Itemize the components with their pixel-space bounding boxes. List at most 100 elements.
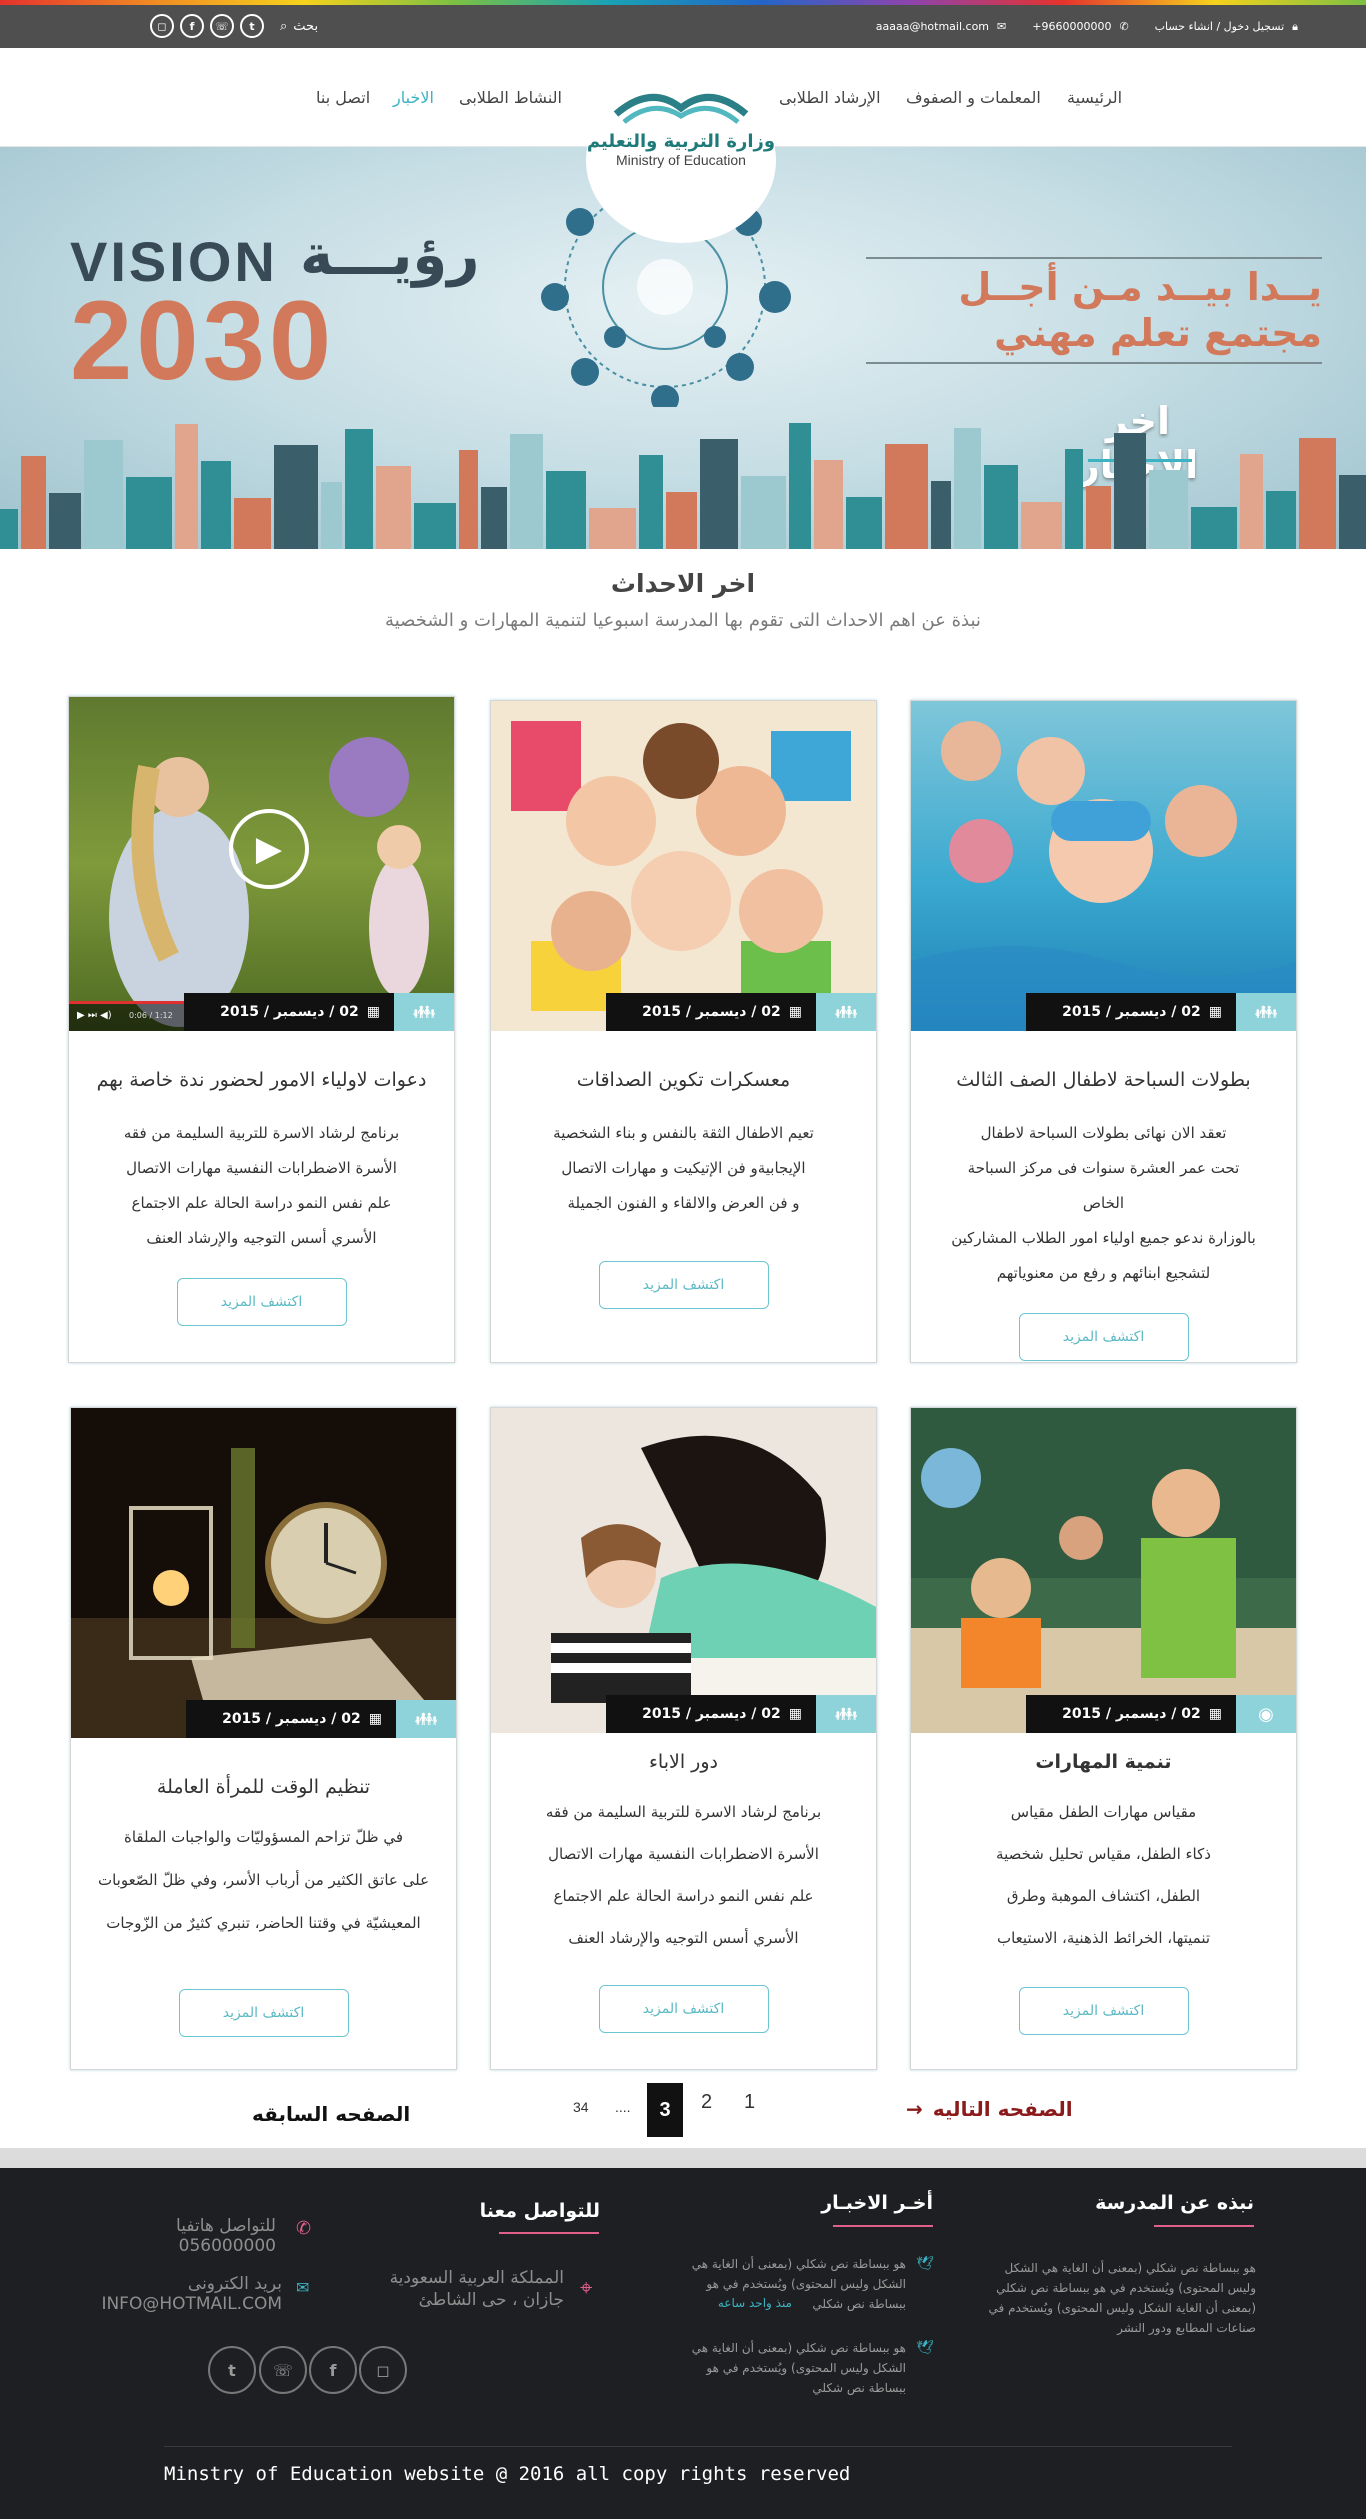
whatsapp-icon[interactable]: ☏ (259, 2346, 307, 2394)
events-section-header: اخر الاحداث نبذة عن اهم الاحداث التى تقو… (0, 569, 1366, 631)
calendar-icon: ▦ (788, 1706, 802, 1722)
next-page-label: الصفحه التاليه (932, 2097, 1073, 2121)
instagram-icon[interactable]: ◻ (359, 2346, 407, 2394)
footer-news-item[interactable]: هو ببساطة نص شكلي (بمعنى أن الغاية هي ال… (668, 2338, 906, 2398)
skyline-building (0, 509, 18, 549)
phone-item[interactable]: +9660000000 ✆ (1032, 20, 1128, 33)
footer-about-text: هو ببساطة نص شكلي (بمعنى أن الغاية هي ال… (988, 2261, 1256, 2335)
nav-item-home[interactable]: الرئيسية (1067, 88, 1122, 107)
card-line: على عاتق الكثير من أرباب الأسر، وفي ظلّ … (97, 1871, 430, 1889)
facebook-icon[interactable]: f (309, 2346, 357, 2394)
card-line: المعيشيّة في وقتنا الحاضر، تنبري كثيرٌ م… (106, 1914, 421, 1932)
search-link[interactable]: ⌕ بحث (280, 19, 318, 34)
nav-item-guidance[interactable]: الإرشاد الطلابى (779, 88, 881, 107)
arrow-right-icon: → (906, 2097, 923, 2121)
nav-item-news[interactable]: الاخبار (393, 88, 434, 107)
card-image-kids-circle[interactable]: ▦ 02 / ديسمبر / 2015 👪︎ (491, 701, 876, 1031)
card-line: تعيم الاطفال الثقة بالنفس و بناء الشخصية (553, 1124, 814, 1142)
card-date-bar: ▦ 02 / ديسمبر / 2015 👪︎ (1026, 993, 1296, 1031)
skyline-building (84, 440, 123, 549)
skyline-building (814, 460, 843, 549)
page-link-2[interactable]: 2 (701, 2091, 712, 2114)
card-body: برنامج لرشاد الاسرة للتربية السليمة من ف… (69, 1116, 454, 1256)
skyline-building (1021, 502, 1062, 549)
page-link-34[interactable]: 34 (573, 2099, 589, 2115)
copyright-text: Minstry of Education website @ 2016 all … (164, 2463, 851, 2485)
page-link-1[interactable]: 1 (744, 2091, 755, 2114)
card-body: مقياس مهارات الطفل مقياس ذكاء الطفل، مقي… (911, 1791, 1296, 1959)
twitter-icon[interactable]: t (208, 2346, 256, 2394)
card-image-classroom[interactable]: ▦ 02 / ديسمبر / 2015 ◉ (911, 1408, 1296, 1733)
skyline-building (984, 465, 1018, 549)
card-video[interactable]: ▶ ▶ ⏭ ◀) 0:06 / 1:12 ▦ 02 / ديسمبر / 2015… (69, 697, 454, 1031)
twitter-icon[interactable]: t (240, 14, 264, 38)
login-link[interactable]: تسجيل دخول / انشاء حساب 🔒︎ (1155, 20, 1298, 34)
card-date: ▦ 02 / ديسمبر / 2015 (606, 993, 816, 1031)
card-date-text: 02 / ديسمبر / 2015 (1062, 1706, 1201, 1722)
prev-page-link[interactable]: الصفحه السابقه (252, 2102, 410, 2126)
card-image-swimming[interactable]: ▦ 02 / ديسمبر / 2015 👪︎ (911, 701, 1296, 1031)
card-line: برنامج لرشاد الاسرة للتربية السليمة من ف… (123, 1124, 400, 1142)
parent-study-illustration (491, 1408, 876, 1733)
read-more-button[interactable]: اكتشف المزيد (1018, 1313, 1189, 1361)
footer-phone[interactable]: 056000000 (140, 2236, 276, 2256)
video-time: 0:06 / 1:12 (129, 1011, 173, 1020)
location-pin-icon: ⌖ (580, 2276, 593, 2301)
card-body: في ظلّ تزاحم المسؤوليّات والواجبات الملق… (71, 1816, 456, 1945)
skyline-building (1299, 438, 1336, 549)
card-image-clock[interactable]: ▦ 02 / ديسمبر / 2015 👪︎ (71, 1408, 456, 1738)
read-more-button[interactable]: اكتشف المزيد (176, 1278, 347, 1326)
nav-item-teachers[interactable]: المعلمات و الصفوف (906, 88, 1041, 107)
email-item[interactable]: aaaaa@hotmail.com ✉ (876, 20, 1007, 33)
calendar-icon: ▦ (1208, 1706, 1222, 1722)
skyline-building (175, 424, 198, 549)
next-page-link[interactable]: → الصفحه التاليه (906, 2097, 1073, 2121)
page-current[interactable]: 3 (647, 2083, 683, 2137)
skyline-building (700, 439, 738, 549)
footer-country: المملكة العربية السعودية (389, 2268, 564, 2288)
video-progress-bar[interactable] (69, 1001, 199, 1004)
footer-about-underline (1154, 2225, 1254, 2227)
section-title: اخر الاحداث (610, 569, 756, 598)
footer-divider (0, 2148, 1366, 2168)
footer-about-title: نبذه عن المدرسة (1095, 2192, 1254, 2214)
skyline-building (741, 476, 786, 549)
card-line: تنميتها، الخرائط الذهنية، الاستيعاب (996, 1929, 1211, 1947)
skyline-building (1240, 454, 1263, 549)
footer-email[interactable]: INFO@HOTMAIL.COM (100, 2294, 282, 2314)
video-control-icons[interactable]: ▶ ⏭ ◀) (77, 1010, 112, 1021)
card-title[interactable]: معسكرات تكوين الصداقات (491, 1069, 876, 1091)
card-title[interactable]: دور الاباء (491, 1751, 876, 1773)
skyline-building (126, 477, 172, 549)
whatsapp-icon[interactable]: ☏ (210, 14, 234, 38)
footer-news-time: منذ واحد ساعه (717, 2296, 792, 2310)
ministry-logo[interactable]: وزارة التربية والتعليم Ministry of Educa… (586, 78, 776, 243)
instagram-icon[interactable]: ◻ (150, 14, 174, 38)
read-more-button[interactable]: اكتشف المزيد (178, 1989, 349, 2037)
play-icon[interactable]: ▶ (229, 809, 309, 889)
nav-item-activity[interactable]: النشاط الطلابى (459, 88, 562, 107)
card-title[interactable]: تنظيم الوقت للمرأة العاملة (71, 1776, 456, 1798)
card-body: تعيم الاطفال الثقة بالنفس و بناء الشخصية… (491, 1116, 876, 1221)
card-title[interactable]: دعوات لاولياء الامور لحضور ندة خاصة بهم (69, 1069, 454, 1091)
read-more-button[interactable]: اكتشف المزيد (598, 1261, 769, 1309)
card-line: لتشجيع ابنائهم و رفع من معنوياتهم (996, 1264, 1211, 1282)
card-date: ▦ 02 / ديسمبر / 2015 (1026, 1695, 1236, 1733)
clock-lantern-illustration (71, 1408, 456, 1738)
card-image-parent-study[interactable]: ▦ 02 / ديسمبر / 2015 👪︎ (491, 1408, 876, 1733)
news-card: ▶ ▶ ⏭ ◀) 0:06 / 1:12 ▦ 02 / ديسمبر / 2015… (68, 696, 455, 1363)
facebook-icon[interactable]: f (180, 14, 204, 38)
read-more-button[interactable]: اكتشف المزيد (1018, 1987, 1189, 2035)
card-date-text: 02 / ديسمبر / 2015 (220, 1004, 359, 1020)
card-line: الإيجابيةو فن الإتيكيت و مهارات الاتصال (561, 1159, 806, 1177)
read-more-button[interactable]: اكتشف المزيد (598, 1985, 769, 2033)
section-subtitle: نبذة عن اهم الاحداث التى تقوم بها المدرس… (385, 610, 981, 631)
kids-circle-illustration (511, 721, 851, 1021)
calendar-icon: ▦ (368, 1711, 382, 1727)
card-date-bar: ▦ 02 / ديسمبر / 2015 👪︎ (186, 1700, 456, 1738)
pagination: → الصفحه التاليه 1 2 3 .... 34 الصفحه ال… (0, 2083, 1366, 2143)
nav-item-contact[interactable]: اتصل بنا (316, 88, 370, 107)
card-date-bar: ▦ 02 / ديسمبر / 2015 👪︎ (606, 1695, 876, 1733)
card-title[interactable]: تنمية المهارات (911, 1751, 1296, 1773)
card-title[interactable]: بطولات السباحة لاطفال الصف الثالث (911, 1069, 1296, 1091)
